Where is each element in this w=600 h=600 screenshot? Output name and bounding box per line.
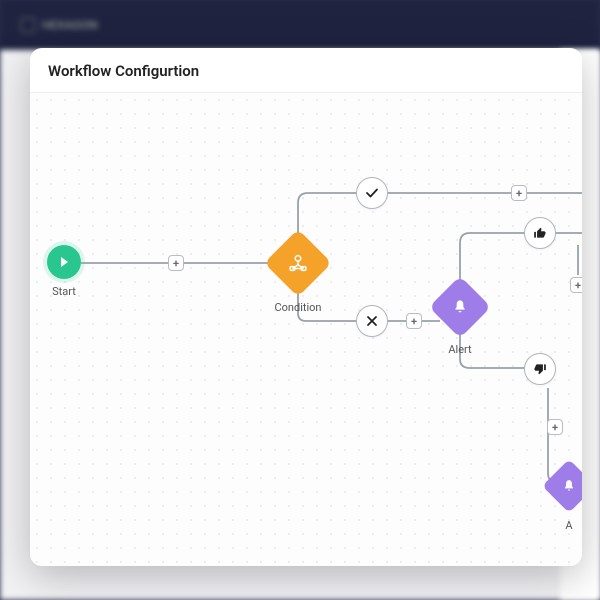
thumbs-down-node-shape [524, 353, 556, 385]
add-step-button[interactable] [406, 313, 422, 329]
brand-name: HEXAGON [42, 18, 98, 32]
node-start-label: Start [52, 285, 76, 298]
thumbs-down-icon [533, 362, 547, 376]
modal-title: Workflow Configurtion [30, 48, 582, 93]
cross-node-shape [356, 305, 388, 337]
add-step-button[interactable] [547, 419, 563, 435]
thumbs-up-node-shape [524, 217, 556, 249]
bell-icon [562, 479, 576, 493]
add-step-button[interactable] [168, 255, 184, 271]
workflow-edges [30, 93, 582, 566]
node-thumbs-up[interactable] [524, 217, 556, 249]
node-thumbs-down[interactable] [524, 353, 556, 385]
node-alert-2[interactable]: A [550, 467, 582, 532]
app-header: HEXAGON [0, 0, 600, 50]
node-alert2-label: A [565, 519, 572, 532]
node-start[interactable]: Start [47, 245, 81, 298]
alert2-node-shape [542, 459, 582, 513]
brand-logo-icon [20, 17, 36, 33]
node-alert-label: Alert [448, 343, 471, 356]
node-alert[interactable]: Alert [438, 285, 482, 356]
play-icon [58, 256, 70, 268]
condition-icon [287, 252, 309, 274]
alert-node-shape [429, 276, 491, 338]
add-step-button[interactable] [511, 185, 527, 201]
thumbs-up-icon [533, 226, 547, 240]
workflow-config-modal: Workflow Configurtion [30, 48, 582, 566]
check-node-shape [356, 177, 388, 209]
node-condition[interactable]: Condition [274, 239, 322, 314]
node-condition-label: Condition [274, 301, 321, 314]
node-check[interactable] [356, 177, 388, 209]
bell-icon [452, 299, 468, 315]
close-icon [366, 315, 378, 327]
condition-node-shape [264, 229, 332, 297]
workflow-canvas[interactable]: Start Condition [30, 93, 582, 566]
add-step-button[interactable] [570, 277, 582, 293]
node-cross[interactable] [356, 305, 388, 337]
start-node-shape [47, 245, 81, 279]
check-icon [365, 186, 379, 200]
